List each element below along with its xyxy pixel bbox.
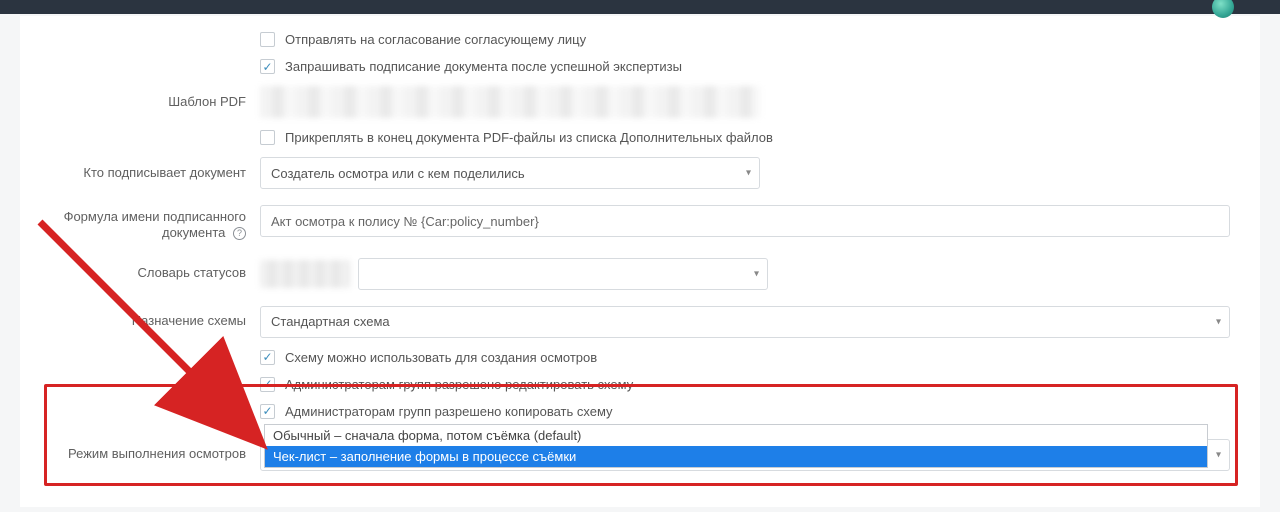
dropdown-option-default[interactable]: Обычный – сначала форма, потом съёмка (d… <box>265 425 1207 446</box>
label-admins-copy: Администраторам групп разрешено копирова… <box>285 404 613 419</box>
checkbox-attach-pdf[interactable] <box>260 130 275 145</box>
checkbox-send-approval[interactable] <box>260 32 275 47</box>
label-signed-name-formula: Формула имени подписанного документа <box>64 209 246 240</box>
chevron-down-icon: ▾ <box>1216 449 1221 460</box>
chevron-down-icon: ▾ <box>746 168 751 179</box>
input-signed-name-value: Акт осмотра к полису № {Car:policy_numbe… <box>271 214 539 229</box>
execution-mode-dropdown[interactable]: Обычный – сначала форма, потом съёмка (d… <box>264 424 1208 468</box>
checkbox-admins-edit[interactable] <box>260 377 275 392</box>
checkbox-scheme-create[interactable] <box>260 350 275 365</box>
label-admins-edit: Администраторам групп разрешено редактир… <box>285 377 633 392</box>
topbar <box>0 0 1280 14</box>
checkbox-admins-copy[interactable] <box>260 404 275 419</box>
label-execution-mode: Режим выполнения осмотров <box>20 446 260 462</box>
label-scheme-create: Схему можно использовать для создания ос… <box>285 350 597 365</box>
label-pdf-template: Шаблон PDF <box>20 94 260 110</box>
select-status-dict[interactable]: ▾ <box>358 258 768 290</box>
select-scheme-purpose[interactable]: Стандартная схема ▾ <box>260 306 1230 338</box>
label-send-approval: Отправлять на согласование согласующему … <box>285 32 586 47</box>
help-icon[interactable]: ? <box>233 227 246 240</box>
label-who-signs: Кто подписывает документ <box>20 165 260 181</box>
select-who-signs[interactable]: Создатель осмотра или с кем поделились ▾ <box>260 157 760 189</box>
chevron-down-icon: ▾ <box>1216 316 1221 327</box>
label-attach-pdf: Прикреплять в конец документа PDF-файлы … <box>285 130 773 145</box>
checkbox-request-signature[interactable] <box>260 59 275 74</box>
input-signed-name-formula[interactable]: Акт осмотра к полису № {Car:policy_numbe… <box>260 205 1230 237</box>
pdf-template-field-blurred[interactable] <box>260 86 760 118</box>
select-scheme-purpose-value: Стандартная схема <box>271 314 390 329</box>
label-request-signature: Запрашивать подписание документа после у… <box>285 59 682 74</box>
dropdown-option-checklist[interactable]: Чек-лист – заполнение формы в процессе с… <box>265 446 1207 467</box>
status-dict-blurred <box>260 260 350 288</box>
label-status-dict: Словарь статусов <box>20 265 260 281</box>
label-scheme-purpose: Назначение схемы <box>20 313 260 329</box>
chevron-down-icon: ▾ <box>754 268 759 279</box>
select-who-signs-value: Создатель осмотра или с кем поделились <box>271 166 525 181</box>
